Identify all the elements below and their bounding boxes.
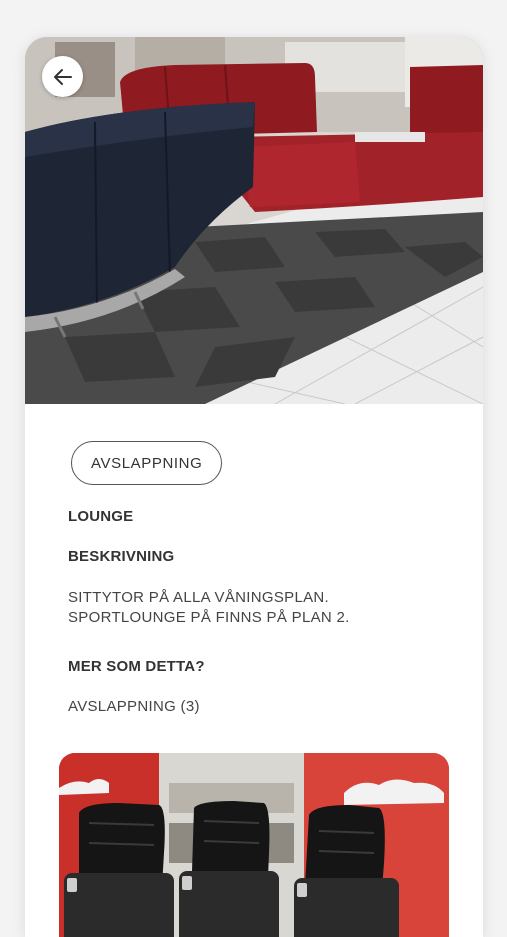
- related-item-image[interactable]: [59, 753, 449, 937]
- description-label: BESKRIVNING: [68, 548, 175, 565]
- description-text: SITTYTOR PÅ ALLA VÅNINGSPLAN. SPORTLOUNG…: [68, 588, 448, 628]
- category-chip[interactable]: AVSLAPPNING: [71, 441, 223, 485]
- hero-image: [25, 37, 483, 404]
- detail-card: AVSLAPPNING LOUNGE BESKRIVNING SITTYTOR …: [25, 37, 483, 937]
- place-title: LOUNGE: [68, 508, 134, 525]
- more-label: MER SOM DETTA?: [68, 658, 205, 675]
- description-line: SPORTLOUNGE PÅ FINNS PÅ PLAN 2.: [68, 609, 350, 626]
- arrow-left-icon: [53, 68, 72, 85]
- description-line: SITTYTOR PÅ ALLA VÅNINGSPLAN.: [68, 589, 330, 606]
- more-category-link[interactable]: AVSLAPPNING (3): [68, 698, 200, 715]
- back-button[interactable]: [42, 56, 83, 97]
